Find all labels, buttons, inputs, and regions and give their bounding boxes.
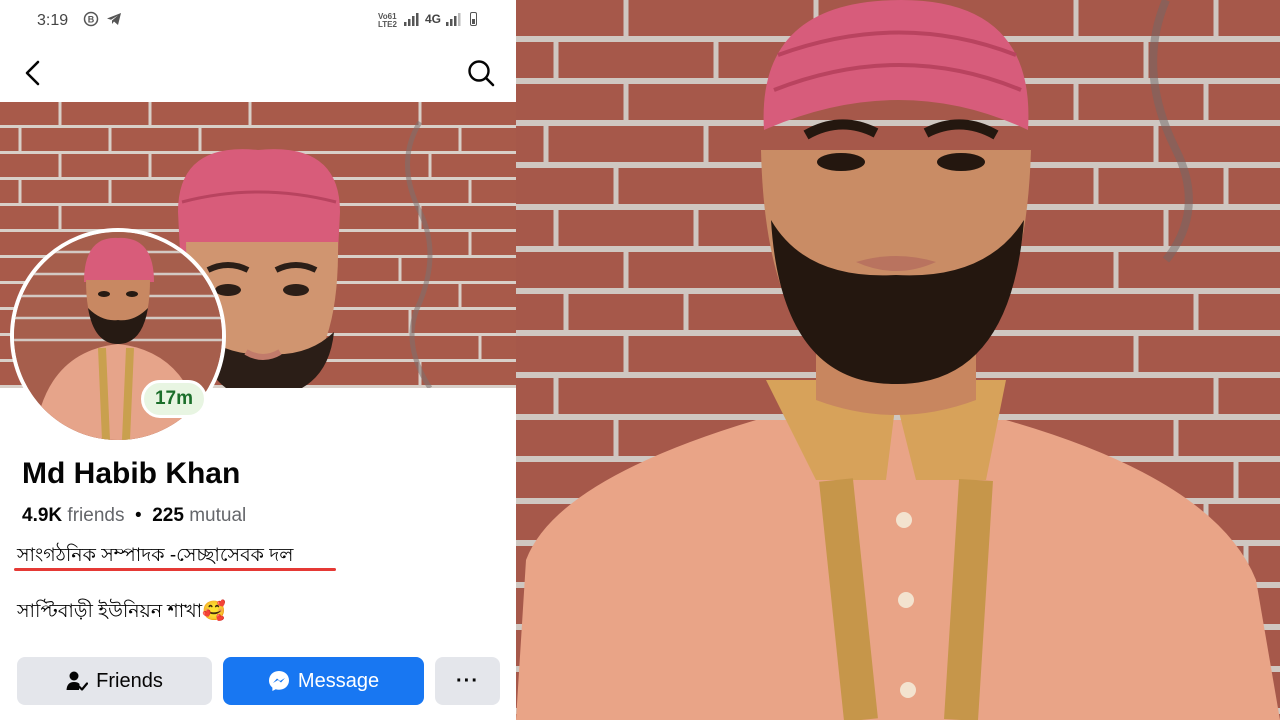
telegram-icon <box>106 11 124 29</box>
story-time-badge: 17m <box>141 380 207 418</box>
chevron-left-icon[interactable] <box>18 58 48 88</box>
signal-icon <box>404 13 420 31</box>
signal-icon-2 <box>446 13 462 31</box>
status-bar: 3:19 B Vo61 LTE2 4G <box>0 0 516 42</box>
status-time: 3:19 <box>37 12 69 29</box>
battery-icon <box>470 12 477 26</box>
network-label: Vo61 LTE2 <box>378 12 397 29</box>
friends-label: friends <box>67 505 125 526</box>
profile-name: Md Habib Khan <box>22 457 241 490</box>
search-icon[interactable] <box>466 58 496 88</box>
friends-button[interactable]: Friends <box>17 657 212 705</box>
messenger-icon <box>268 671 289 691</box>
bio-line-2: সাপ্টিবাড়ী ইউনিয়ন শাখা🥰 <box>17 601 226 622</box>
b-icon: B <box>83 11 101 29</box>
svg-text:B: B <box>88 15 95 25</box>
friend-check-icon <box>66 671 89 691</box>
message-button[interactable]: Message <box>223 657 424 705</box>
top-nav <box>0 42 516 102</box>
mutual-count: 225 <box>152 505 184 526</box>
network-type: 4G <box>425 12 442 26</box>
profile-screen: 3:19 B Vo61 LTE2 4G 17m Md Habib Khan 4.… <box>0 0 516 720</box>
separator: • <box>135 505 142 526</box>
message-button-label: Message <box>297 669 380 692</box>
more-options-button[interactable]: ··· <box>435 657 500 705</box>
more-icon: ··· <box>456 669 479 692</box>
friends-button-label: Friends <box>96 669 163 692</box>
friends-count: 4.9K <box>22 505 63 526</box>
red-underline <box>14 568 336 571</box>
friends-summary[interactable]: 4.9K friends • 225 mutual <box>22 505 246 527</box>
enlarged-profile-photo <box>516 0 1280 720</box>
mutual-label: mutual <box>189 505 247 526</box>
